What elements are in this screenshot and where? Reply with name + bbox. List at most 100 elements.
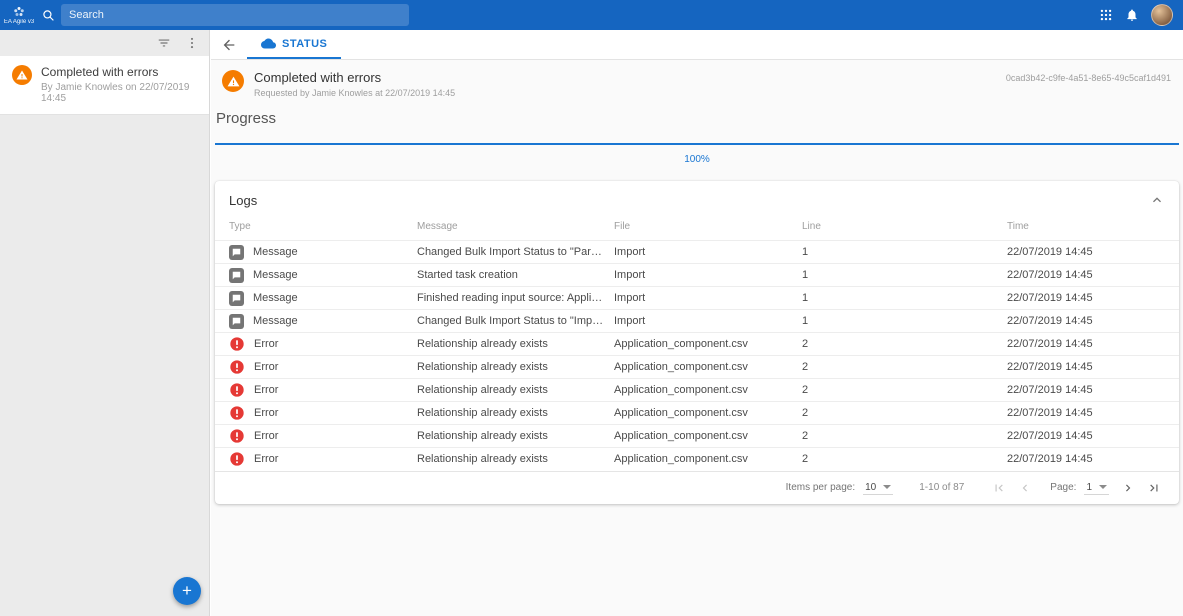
log-row: ErrorRelationship already existsApplicat… xyxy=(215,356,1179,379)
last-page-button[interactable] xyxy=(1141,481,1167,495)
log-type-cell: Error xyxy=(215,448,417,471)
log-message: Changed Bulk Import Status to "Importing… xyxy=(417,310,614,333)
log-time: 22/07/2019 14:45 xyxy=(1007,310,1179,333)
progress-heading: Progress xyxy=(216,110,1183,127)
logs-table-body: Message Changed Bulk Import Status to "Pa… xyxy=(215,241,1179,471)
log-type-label: Message xyxy=(253,246,298,258)
logs-column-header: Type xyxy=(215,217,417,241)
paginator: Items per page: 10 1-10 of 87 Page: 1 xyxy=(215,471,1179,504)
log-message: Relationship already exists xyxy=(417,356,614,379)
log-type-cell: Error xyxy=(215,379,417,402)
log-file: Import xyxy=(614,287,802,310)
logs-column-header: Line xyxy=(802,217,1007,241)
app-logo-icon xyxy=(13,6,25,18)
log-time: 22/07/2019 14:45 xyxy=(1007,241,1179,264)
message-icon xyxy=(229,268,244,283)
page-range: 1-10 of 87 xyxy=(919,482,964,493)
log-row: ErrorRelationship already existsApplicat… xyxy=(215,402,1179,425)
error-icon xyxy=(229,359,245,375)
warning-icon xyxy=(12,65,32,85)
progress-bar xyxy=(215,143,1179,145)
log-message: Started task creation xyxy=(417,264,614,287)
log-line: 2 xyxy=(802,333,1007,356)
error-icon xyxy=(229,382,245,398)
log-type-cell: Error xyxy=(215,356,417,379)
page-select[interactable]: 1 xyxy=(1084,481,1109,495)
topbar: EA Agile v3 xyxy=(0,0,1183,30)
warning-icon xyxy=(222,70,244,92)
logs-column-header: File xyxy=(614,217,802,241)
error-icon xyxy=(229,336,245,352)
log-message: Relationship already exists xyxy=(417,333,614,356)
import-job-list-item[interactable]: Completed with errors By Jamie Knowles o… xyxy=(0,56,209,115)
page-label: Page: xyxy=(1050,482,1076,493)
main-content: STATUS Completed with errors Requested b… xyxy=(211,30,1183,616)
app-logo[interactable]: EA Agile v3 xyxy=(0,6,38,25)
log-type-label: Message xyxy=(253,269,298,281)
filter-icon[interactable] xyxy=(157,36,171,50)
log-type-cell: Message xyxy=(215,310,417,333)
logs-column-header: Time xyxy=(1007,217,1179,241)
log-file: Application_component.csv xyxy=(614,402,802,425)
avatar[interactable] xyxy=(1151,4,1173,26)
search-input[interactable] xyxy=(61,9,409,21)
log-line: 1 xyxy=(802,264,1007,287)
logs-title: Logs xyxy=(229,193,257,208)
log-row: Message Changed Bulk Import Status to "Pa… xyxy=(215,241,1179,264)
log-line: 2 xyxy=(802,402,1007,425)
more-options-icon[interactable] xyxy=(185,36,199,50)
log-message: Changed Bulk Import Status to "Parsing f… xyxy=(417,241,614,264)
log-file: Import xyxy=(614,241,802,264)
log-time: 22/07/2019 14:45 xyxy=(1007,264,1179,287)
logs-table: TypeMessageFileLineTime MessageChanged B… xyxy=(215,217,1179,471)
log-time: 22/07/2019 14:45 xyxy=(1007,448,1179,471)
log-row: ErrorRelationship already existsApplicat… xyxy=(215,448,1179,471)
log-line: 2 xyxy=(802,379,1007,402)
items-per-page-label: Items per page: xyxy=(786,482,855,493)
log-line: 1 xyxy=(802,241,1007,264)
tab-status-label: STATUS xyxy=(282,38,327,50)
previous-page-button[interactable] xyxy=(1012,481,1038,495)
log-file: Application_component.csv xyxy=(614,379,802,402)
log-type-label: Error xyxy=(254,430,278,442)
page-value: 1 xyxy=(1086,482,1092,493)
log-type-label: Error xyxy=(254,407,278,419)
log-row: ErrorRelationship already existsApplicat… xyxy=(215,379,1179,402)
log-file: Import xyxy=(614,264,802,287)
status-header: Completed with errors Requested by Jamie… xyxy=(211,60,1183,100)
log-file: Application_component.csv xyxy=(614,448,802,471)
sidebar: Completed with errors By Jamie Knowles o… xyxy=(0,30,210,616)
tab-status[interactable]: STATUS xyxy=(247,30,341,59)
notifications-icon[interactable] xyxy=(1125,8,1139,22)
log-file: Import xyxy=(614,310,802,333)
log-row: ErrorRelationship already existsApplicat… xyxy=(215,425,1179,448)
log-file: Application_component.csv xyxy=(614,333,802,356)
job-id: 0cad3b42-c9fe-4a51-8e65-49c5caf1d491 xyxy=(1006,70,1171,83)
log-file: Application_component.csv xyxy=(614,425,802,448)
error-icon xyxy=(229,428,245,444)
log-line: 1 xyxy=(802,310,1007,333)
error-icon xyxy=(229,451,245,467)
progress-percent: 100% xyxy=(211,154,1183,165)
cloud-icon xyxy=(261,36,276,51)
job-item-title: Completed with errors xyxy=(41,65,197,79)
log-row: ErrorRelationship already existsApplicat… xyxy=(215,333,1179,356)
back-button[interactable] xyxy=(211,30,247,59)
log-message: Finished reading input source: Applicati… xyxy=(417,287,614,310)
log-time: 22/07/2019 14:45 xyxy=(1007,356,1179,379)
search-box[interactable] xyxy=(61,4,409,26)
log-type-cell: Message xyxy=(215,264,417,287)
log-type-cell: Message xyxy=(215,241,417,264)
chevron-up-icon[interactable] xyxy=(1149,192,1165,208)
first-page-button[interactable] xyxy=(986,481,1012,495)
items-per-page-select[interactable]: 10 xyxy=(863,481,893,495)
log-message: Relationship already exists xyxy=(417,379,614,402)
log-row: Message Started task creationImport122/07… xyxy=(215,264,1179,287)
log-line: 2 xyxy=(802,356,1007,379)
add-button[interactable]: + xyxy=(173,577,201,605)
log-line: 2 xyxy=(802,425,1007,448)
log-type-cell: Error xyxy=(215,402,417,425)
items-per-page-value: 10 xyxy=(865,482,876,493)
next-page-button[interactable] xyxy=(1115,481,1141,495)
apps-grid-icon[interactable] xyxy=(1099,8,1113,22)
